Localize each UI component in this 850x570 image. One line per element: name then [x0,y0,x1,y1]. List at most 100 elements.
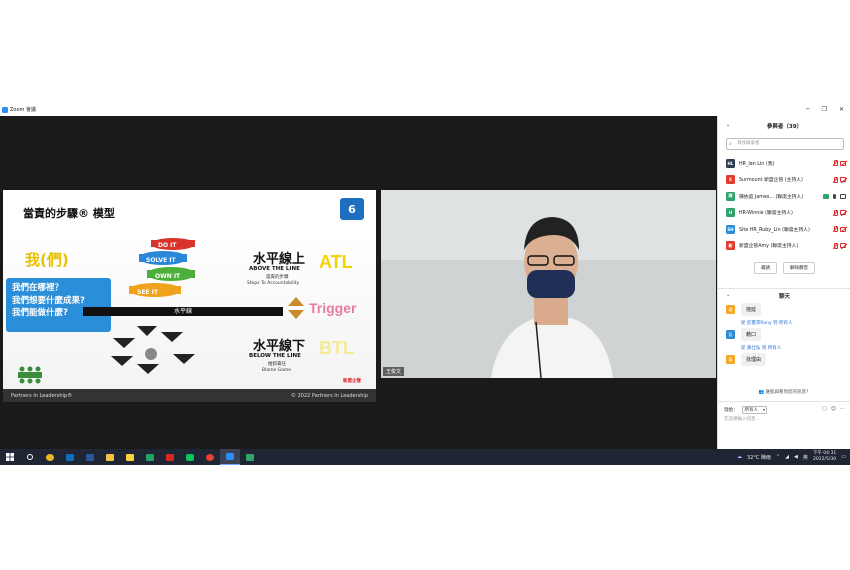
trigger-label: Trigger [309,300,357,316]
steps-diagram: DO IT SOLVE IT OWN IT SEE IT [129,238,195,297]
mic-muted-icon[interactable] [832,209,838,216]
above-line-title: 水平線上 [253,252,306,267]
participant-name: Surmount 新盟企管 (主持人) [739,178,803,184]
message-text: 藉口 [741,328,762,341]
chat-message: 彭 藉口 [726,328,846,341]
slide-wo-text: 我(們) [25,251,69,269]
participant-row[interactable]: SH Site HR_Ruby_Lin (聯席主持人) [726,221,850,238]
meeting-stage: 當責的步驟® 模型 6 我(們) DO IT SOLVE IT OWN IT S… [0,116,717,449]
avatar: 楊 [726,305,735,314]
step-do-it-label: DO IT [158,242,177,249]
slide-title: 當責的步驟® 模型 [23,207,115,220]
chat-message: 楊 拖延 [726,303,846,316]
avatar: 彭 [726,330,735,339]
participant-name: Site HR_Ruby_Lin (聯席主持人) [739,227,810,233]
participant-row[interactable]: S Surmount 新盟企管 (主持人) [726,172,850,189]
avatar: S [726,175,735,185]
more-icon[interactable]: ⋯ [840,406,845,412]
below-line-sub: 推卸責任 [268,362,286,367]
participant-row[interactable]: 陳 陳依庭 James... (聯席主持人) [726,188,850,205]
chat-input[interactable]: 在這裡輸入訊息... [724,416,760,422]
ime-indicator[interactable]: 英 [803,454,808,461]
chat-tools: ▢ ☺ ⋯ [822,406,845,412]
chat-compose: 發給： 所有人 ▢ ☺ ⋯ 在這裡輸入訊息... [718,401,850,449]
mic-muted-icon[interactable] [832,176,838,183]
start-button[interactable] [0,449,20,465]
app-icon[interactable] [240,449,260,465]
acrobat-icon[interactable] [160,449,180,465]
meeting-table-icon [18,366,42,384]
mic-on-icon[interactable] [833,193,836,199]
chevron-up-icon[interactable]: ⌃ [776,454,780,460]
participant-search-input[interactable]: ⌕ 尋找與會者 [726,138,844,150]
title-bar: Zoom 會議 ─ ❐ ✕ [0,103,850,116]
video-off-icon[interactable] [840,177,846,182]
video-off-icon[interactable] [840,243,846,248]
weather-icon: ☁ [736,454,742,460]
clock[interactable]: 下午 04:31 2022/5/30 [813,451,836,463]
side-panel: ⌄ 參與者（39） ⌕ 尋找與會者 HL HR_Ian Lin (我) S Su… [717,116,850,449]
video-off-icon[interactable] [840,160,846,166]
horizontal-line-bar: 水平線 [83,307,283,316]
participant-row[interactable]: HL HR_Ian Lin (我) [726,155,850,172]
video-off-icon[interactable] [840,226,846,232]
participant-video[interactable]: 王俊文 [381,190,716,378]
weather-text[interactable]: 32°C 陣雨 [747,454,771,461]
avatar: H [726,208,735,218]
mic-muted-icon[interactable] [832,160,838,166]
message-text: 拖延 [741,303,762,316]
minimize-button[interactable]: ─ [806,106,810,113]
system-tray: ☁ 32°C 陣雨 ⌃ ◢ ◀ 英 下午 04:31 2022/5/30 ▭ [737,449,846,465]
sticky-notes-icon[interactable] [120,449,140,465]
below-line-en: BELOW THE LINE [249,353,301,359]
word-icon[interactable] [80,449,100,465]
step-own-it-label: OWN IT [155,273,181,280]
invite-button[interactable]: 邀請 [754,262,777,274]
excel-icon[interactable] [140,449,160,465]
avatar: SH [726,224,735,234]
search-icon[interactable] [20,449,40,465]
send-to-label: 發給： [724,408,738,413]
maximize-button[interactable]: ❐ [822,106,827,113]
collapse-chat-icon[interactable]: ⌄ [726,292,730,298]
chrome-icon[interactable] [40,449,60,465]
chat-message: 黃 找理由 [726,353,846,366]
close-button[interactable]: ✕ [839,106,844,113]
video-on-icon[interactable] [840,193,846,199]
network-icon[interactable]: ◢ [785,454,789,460]
chat-header: ⌄ 聊天 [718,288,850,300]
slide-number: 6 [340,198,364,220]
emoji-icon[interactable]: ☺ [831,406,836,412]
file-explorer-icon[interactable] [100,449,120,465]
video-off-icon[interactable] [840,210,846,215]
search-placeholder: 尋找與會者 [737,141,760,146]
participant-name: HR-Winnie (聯席主持人) [739,211,793,217]
line-icon[interactable] [180,449,200,465]
blame-triangles-diagram [111,326,195,374]
unmute-all-button[interactable]: 解除靜音 [783,262,815,274]
people-icon: 👥 [758,390,765,395]
participant-row[interactable]: 新 新盟企管Amy (聯席主持人) [726,238,850,255]
windows-icon [6,453,14,461]
chrome-icon-2[interactable] [200,449,220,465]
participant-row[interactable]: H HR-Winnie (聯席主持人) [726,205,850,222]
mic-muted-icon[interactable] [832,226,838,232]
below-line-title: 水平線下 [253,339,306,354]
file-icon[interactable]: ▢ [822,406,827,412]
collapse-participants-icon[interactable]: ⌄ [726,122,730,128]
window-title: Zoom 會議 [10,107,37,113]
taskbar: ☁ 32°C 陣雨 ⌃ ◢ ◀ 英 下午 04:31 2022/5/30 ▭ [0,449,850,465]
notification-icon[interactable]: ▭ [841,454,846,460]
send-to-dropdown[interactable]: 所有人 [741,406,767,414]
mic-muted-icon[interactable] [832,242,838,249]
zoom-icon[interactable] [220,449,240,465]
who-can-see-link[interactable]: 👥 誰能與看到您的訊息？ [718,389,850,395]
zoom-logo-icon [2,106,8,113]
btl-label: BTL [319,338,354,358]
brand-logo-text: 新盟企管 [343,379,361,384]
participants-title: 參與者（39） [766,124,803,130]
questions-box: 我們在哪裡？ 我們想要什麼成果? 我們能做什麼? [6,278,111,332]
outlook-icon[interactable] [60,449,80,465]
volume-icon[interactable]: ◀ [794,454,798,460]
chat-title: 聊天 [778,294,790,300]
